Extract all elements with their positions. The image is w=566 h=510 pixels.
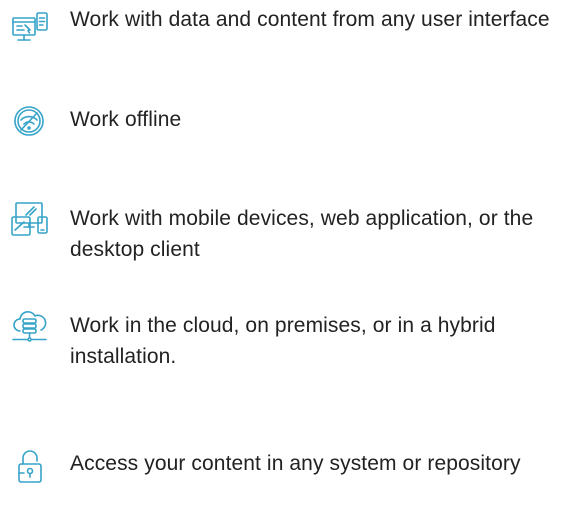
cloud-server-icon [10, 306, 50, 346]
feature-text: Work in the cloud, on premises, or in a … [70, 314, 496, 368]
feature-text: Work offline [70, 108, 182, 131]
feature-text: Work with mobile devices, web applicatio… [70, 207, 534, 261]
feature-text: Access your content in any system or rep… [70, 452, 521, 475]
feature-text: Work with data and content from any user… [70, 8, 550, 31]
offline-icon [10, 102, 50, 142]
lock-icon [10, 446, 50, 486]
ui-data-icon [10, 10, 50, 50]
devices-icon [10, 200, 50, 240]
